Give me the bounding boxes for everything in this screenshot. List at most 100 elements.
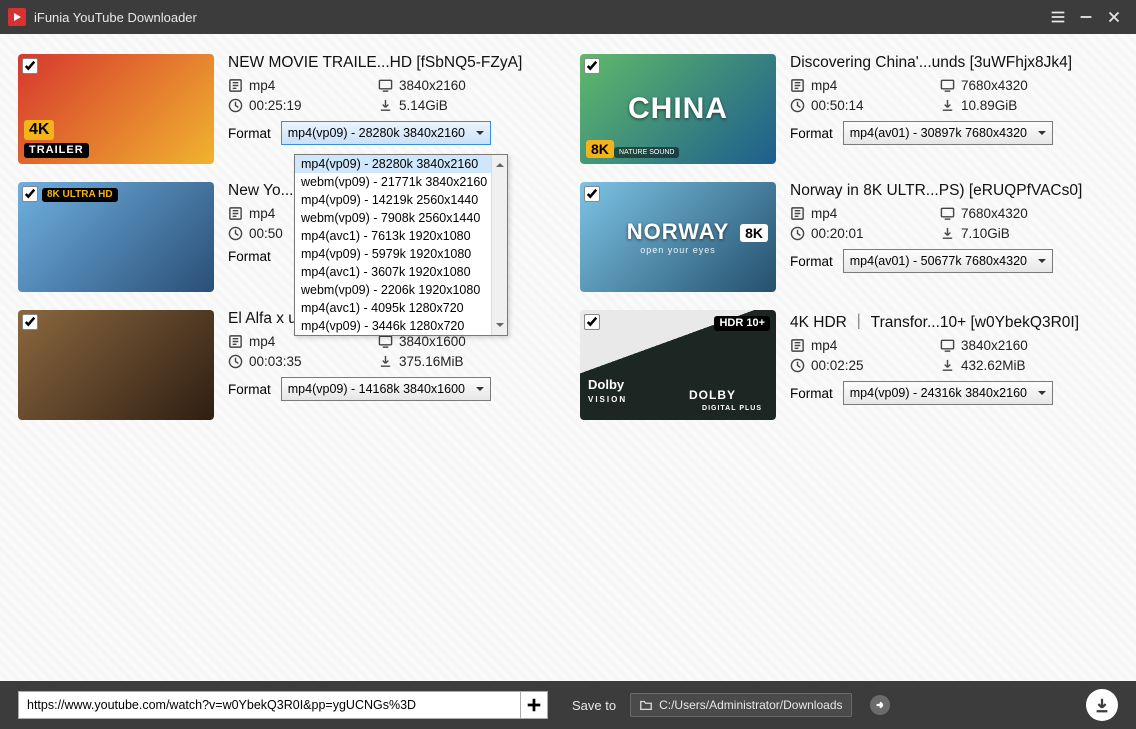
dropdown-scrollbar[interactable] bbox=[491, 155, 507, 335]
format-label: Format bbox=[790, 126, 833, 141]
monitor-icon bbox=[940, 338, 955, 353]
resolution-value: 3840x2160 bbox=[399, 78, 466, 93]
video-item: NORWAY open your eyes 8K Norway in 8K UL… bbox=[580, 182, 1118, 292]
format-option[interactable]: mp4(vp09) - 3446k 1280x720 bbox=[295, 317, 507, 335]
download-size-icon bbox=[378, 98, 393, 113]
size-value: 7.10GiB bbox=[961, 226, 1010, 241]
resolution-value: 7680x4320 bbox=[961, 78, 1028, 93]
content-area: 4K TRAILER NEW MOVIE TRAILE...HD [fSbNQ5… bbox=[0, 34, 1136, 681]
format-label: Format bbox=[228, 249, 271, 264]
format-select[interactable]: mp4(vp09) - 14168k 3840x1600 bbox=[281, 377, 491, 401]
format-option[interactable]: mp4(vp09) - 5979k 1920x1080 bbox=[295, 245, 507, 263]
select-checkbox[interactable] bbox=[22, 58, 38, 74]
video-item: CHINA 8K NATURE SOUND Discovering China'… bbox=[580, 54, 1118, 164]
open-folder-button[interactable] bbox=[870, 695, 890, 715]
size-value: 5.14GiB bbox=[399, 98, 448, 113]
duration-value: 00:02:25 bbox=[811, 358, 864, 373]
video-thumbnail[interactable] bbox=[18, 310, 214, 420]
add-url-button[interactable] bbox=[520, 691, 548, 719]
download-size-icon bbox=[378, 354, 393, 369]
thumb-subtitle-text: open your eyes bbox=[627, 245, 730, 255]
resolution-value: 3840x2160 bbox=[961, 338, 1028, 353]
select-checkbox[interactable] bbox=[22, 186, 38, 202]
format-option[interactable]: mp4(avc1) - 7613k 1920x1080 bbox=[295, 227, 507, 245]
minimize-button[interactable] bbox=[1072, 3, 1100, 31]
trailer-badge: TRAILER bbox=[24, 143, 89, 158]
file-icon bbox=[228, 334, 243, 349]
download-size-icon bbox=[940, 98, 955, 113]
folder-icon bbox=[639, 698, 653, 712]
duration-value: 00:20:01 bbox=[811, 226, 864, 241]
format-select[interactable]: mp4(av01) - 50677k 7680x4320 bbox=[843, 249, 1053, 273]
size-value: 432.62MiB bbox=[961, 358, 1026, 373]
duration-value: 00:50:14 bbox=[811, 98, 864, 113]
format-option[interactable]: webm(vp09) - 7908k 2560x1440 bbox=[295, 209, 507, 227]
close-button[interactable] bbox=[1100, 3, 1128, 31]
video-title: NEW MOVIE TRAILE...HD [fSbNQ5-FZyA] bbox=[228, 54, 556, 72]
select-checkbox[interactable] bbox=[584, 314, 600, 330]
size-value: 10.89GiB bbox=[961, 98, 1017, 113]
container-value: mp4 bbox=[249, 334, 275, 349]
save-path-selector[interactable]: C:/Users/Administrator/Downloads bbox=[630, 693, 851, 717]
container-value: mp4 bbox=[811, 206, 837, 221]
monitor-icon bbox=[940, 78, 955, 93]
save-to-label: Save to bbox=[572, 698, 616, 713]
container-value: mp4 bbox=[811, 338, 837, 353]
video-thumbnail[interactable]: 4K TRAILER bbox=[18, 54, 214, 164]
resolution-value: 3840x1600 bbox=[399, 334, 466, 349]
video-thumbnail[interactable]: NORWAY open your eyes 8K bbox=[580, 182, 776, 292]
clock-icon bbox=[790, 98, 805, 113]
format-option[interactable]: mp4(vp09) - 14219k 2560x1440 bbox=[295, 191, 507, 209]
format-select[interactable]: mp4(vp09) - 24316k 3840x2160 bbox=[843, 381, 1053, 405]
format-option[interactable]: webm(vp09) - 2206k 1920x1080 bbox=[295, 281, 507, 299]
monitor-icon bbox=[940, 206, 955, 221]
url-input[interactable] bbox=[18, 691, 520, 719]
format-option[interactable]: mp4(vp09) - 28280k 3840x2160 bbox=[295, 155, 507, 173]
save-path-value: C:/Users/Administrator/Downloads bbox=[659, 698, 842, 712]
hdr-badge: HDR 10+ bbox=[714, 316, 770, 331]
video-title: Norway in 8K ULTR...PS) [eRUQPfVACs0] bbox=[790, 182, 1118, 200]
clock-icon bbox=[790, 226, 805, 241]
download-size-icon bbox=[940, 226, 955, 241]
clock-icon bbox=[228, 354, 243, 369]
thumb-text: DOLBY bbox=[689, 388, 736, 402]
thumb-text: Dolby bbox=[588, 377, 624, 392]
container-value: mp4 bbox=[249, 206, 275, 221]
format-label: Format bbox=[228, 382, 271, 397]
file-icon bbox=[790, 78, 805, 93]
format-option[interactable]: mp4(avc1) - 4095k 1280x720 bbox=[295, 299, 507, 317]
container-value: mp4 bbox=[249, 78, 275, 93]
download-button[interactable] bbox=[1086, 689, 1118, 721]
menu-button[interactable] bbox=[1044, 3, 1072, 31]
format-option[interactable]: mp4(avc1) - 3607k 1920x1080 bbox=[295, 263, 507, 281]
format-dropdown[interactable]: mp4(vp09) - 28280k 3840x2160 webm(vp09) … bbox=[294, 154, 508, 336]
thumb-text: DIGITAL PLUS bbox=[702, 405, 762, 412]
size-value: 375.16MiB bbox=[399, 354, 464, 369]
video-thumbnail[interactable]: 8K ULTRA HD bbox=[18, 182, 214, 292]
resolution-badge: 8K bbox=[740, 224, 768, 242]
clock-icon bbox=[228, 226, 243, 241]
duration-value: 00:03:35 bbox=[249, 354, 302, 369]
format-select[interactable]: mp4(av01) - 30897k 7680x4320 bbox=[843, 121, 1053, 145]
video-thumbnail[interactable]: HDR 10+ Dolby VISION DOLBY DIGITAL PLUS bbox=[580, 310, 776, 420]
duration-value: 00:25:19 bbox=[249, 98, 302, 113]
resolution-value: 7680x4320 bbox=[961, 206, 1028, 221]
file-icon bbox=[228, 206, 243, 221]
thumb-text: VISION bbox=[588, 395, 627, 404]
select-checkbox[interactable] bbox=[584, 186, 600, 202]
container-value: mp4 bbox=[811, 78, 837, 93]
select-checkbox[interactable] bbox=[584, 58, 600, 74]
thumb-title-text: CHINA bbox=[628, 92, 728, 126]
format-option[interactable]: webm(vp09) - 21771k 3840x2160 bbox=[295, 173, 507, 191]
clock-icon bbox=[790, 358, 805, 373]
video-thumbnail[interactable]: CHINA 8K NATURE SOUND bbox=[580, 54, 776, 164]
format-select[interactable]: mp4(vp09) - 28280k 3840x2160 bbox=[281, 121, 491, 145]
file-icon bbox=[790, 338, 805, 353]
download-size-icon bbox=[940, 358, 955, 373]
video-item: 4K TRAILER NEW MOVIE TRAILE...HD [fSbNQ5… bbox=[18, 54, 556, 164]
select-checkbox[interactable] bbox=[22, 314, 38, 330]
thumb-sub-badge: NATURE SOUND bbox=[614, 147, 679, 158]
footer-bar: Save to C:/Users/Administrator/Downloads bbox=[0, 681, 1136, 729]
app-logo-icon bbox=[8, 8, 26, 26]
title-bar: iFunia YouTube Downloader bbox=[0, 0, 1136, 34]
